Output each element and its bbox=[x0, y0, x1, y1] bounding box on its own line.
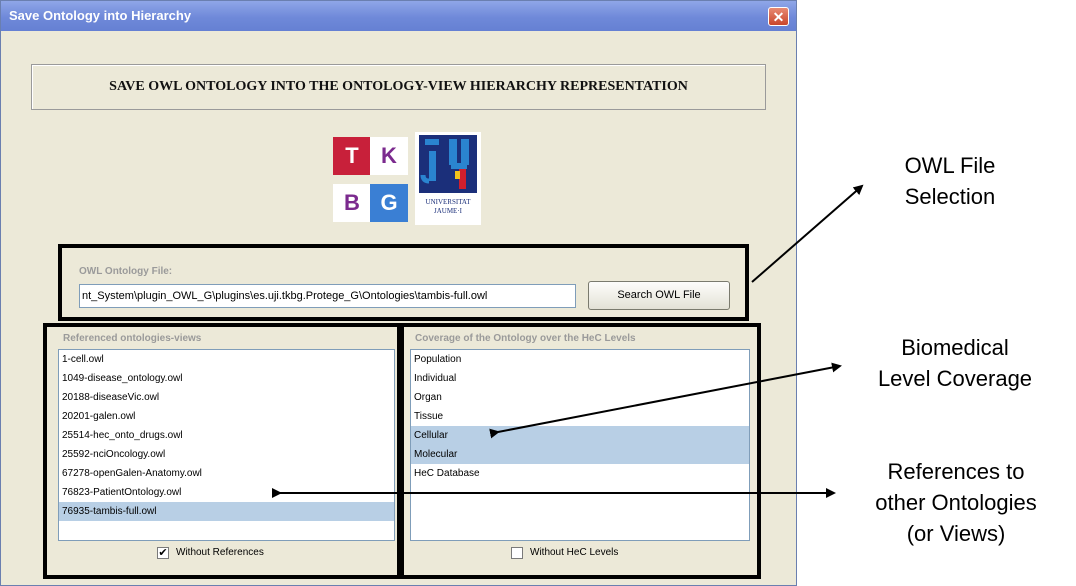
biomedical-coverage-annotation: Biomedical Level Coverage bbox=[855, 332, 1055, 394]
owl-file-selection-annotation: OWL File Selection bbox=[850, 150, 1050, 212]
references-other-annotation: References to other Ontologies (or Views… bbox=[846, 456, 1066, 549]
annotation-line: References to bbox=[887, 459, 1025, 484]
annotation-line: (or Views) bbox=[906, 521, 1006, 546]
annotation-line: OWL File bbox=[904, 153, 996, 178]
annotation-line: Selection bbox=[904, 184, 996, 209]
arrow-biomedical-coverage bbox=[489, 362, 842, 439]
annotation-line: Level Coverage bbox=[877, 366, 1033, 391]
arrow-owl-file-selection bbox=[751, 184, 864, 283]
annotation-line: Biomedical bbox=[901, 335, 1009, 360]
annotation-line: other Ontologies bbox=[875, 490, 1037, 515]
